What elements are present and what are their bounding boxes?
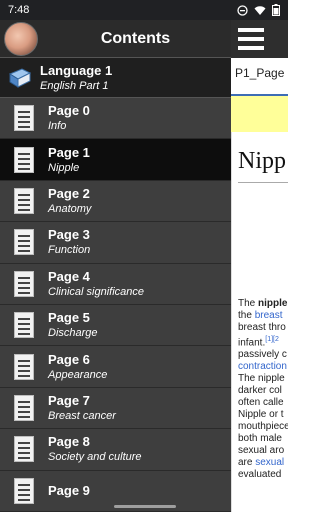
page-list: Page 0 Info Page 1 Nipple Page 2 Anatomy Page … xyxy=(0,98,231,512)
app-bar xyxy=(231,20,288,58)
document-icon xyxy=(14,477,34,504)
document-icon xyxy=(14,270,34,297)
article-line: contraction xyxy=(238,361,288,373)
page-item-title: Page 1 xyxy=(48,144,90,160)
page-item-subtitle: Appearance xyxy=(48,368,108,381)
page-item-title: Page 2 xyxy=(48,185,90,201)
home-indicator[interactable] xyxy=(114,505,176,508)
page-item-title: Page 6 xyxy=(48,351,90,367)
document-icon xyxy=(14,353,34,380)
do-not-disturb-icon xyxy=(237,4,248,16)
page-item-title: Page 8 xyxy=(48,434,90,450)
document-icon xyxy=(14,146,34,173)
document-icon xyxy=(14,187,34,214)
article-line: passively c xyxy=(238,349,287,361)
article-line: The nipple xyxy=(238,373,285,385)
article-link[interactable]: sexual xyxy=(255,457,284,468)
page-item-subtitle: Info xyxy=(48,120,67,133)
status-bar: 7:48 xyxy=(0,0,288,20)
page-item-title: Page 9 xyxy=(48,482,90,498)
title-divider xyxy=(238,182,288,183)
page-item-subtitle: Clinical significance xyxy=(48,285,144,298)
article-line: darker col xyxy=(238,385,282,397)
page-item[interactable]: Page 0 Info xyxy=(0,98,231,140)
page-item-title: Page 0 xyxy=(48,103,90,119)
article-line: Nipple or t xyxy=(238,409,284,421)
page-item-title: Page 4 xyxy=(48,268,90,284)
document-icon xyxy=(14,312,34,339)
article-line: both male xyxy=(238,433,282,445)
page-item[interactable]: Page 1 Nipple xyxy=(0,139,231,181)
document-icon xyxy=(14,105,34,132)
drawer-title: Contents xyxy=(100,29,171,47)
language-title: Language 1 xyxy=(40,62,113,78)
page-item[interactable]: Page 6 Appearance xyxy=(0,346,231,388)
page-item[interactable]: Page 5 Discharge xyxy=(0,304,231,347)
article-link[interactable]: breast xyxy=(255,310,283,321)
language-subtitle: English Part 1 xyxy=(40,79,109,92)
page-item-subtitle: Society and culture xyxy=(48,451,142,464)
page-item-subtitle: Anatomy xyxy=(48,202,92,215)
page-tab[interactable]: P1_Page C xyxy=(231,58,288,96)
article-line: The nipple xyxy=(238,298,288,309)
page-item-subtitle: Nipple xyxy=(48,161,80,174)
page-item[interactable]: Page 2 Anatomy xyxy=(0,180,231,223)
status-time: 7:48 xyxy=(8,4,30,16)
article-view: Nipp The nipple the breast breast thro infa… xyxy=(231,132,288,512)
article-line: often calle xyxy=(238,397,284,409)
page-item[interactable]: Page 4 Clinical significance xyxy=(0,263,231,305)
article-line: breast thro xyxy=(238,322,286,333)
book-icon xyxy=(8,67,32,88)
page-item-title: Page 3 xyxy=(48,227,90,243)
article-title: Nipp xyxy=(238,148,286,174)
menu-icon[interactable] xyxy=(238,28,264,50)
wifi-icon xyxy=(254,5,266,15)
article-line: sexual aro xyxy=(238,445,285,457)
status-icons xyxy=(237,4,280,16)
highlight-banner xyxy=(231,96,288,132)
page-item[interactable]: Page 8 Society and culture xyxy=(0,429,231,471)
article-body: The nipple the breast breast thro infant.[1… xyxy=(238,298,288,481)
citation-link[interactable]: [1][2 xyxy=(265,336,279,343)
article-line: mouthpiece xyxy=(238,421,288,433)
document-icon xyxy=(14,229,34,256)
article-line: infant.[1][2 xyxy=(238,336,279,349)
document-icon xyxy=(14,436,34,463)
page-item-title: Page 7 xyxy=(48,392,90,408)
page-item[interactable]: Page 7 Breast cancer xyxy=(0,387,231,430)
page-item-title: Page 5 xyxy=(48,310,90,326)
battery-icon xyxy=(272,4,280,16)
page-item-subtitle: Function xyxy=(48,244,91,257)
article-link[interactable]: contraction xyxy=(238,361,287,372)
article-line: are sexual xyxy=(238,457,285,469)
language-item[interactable]: Language 1 English Part 1 xyxy=(0,58,231,98)
drawer-header: Contents xyxy=(0,20,231,58)
article-line: the breast xyxy=(238,310,283,321)
page-item[interactable]: Page 3 Function xyxy=(0,222,231,264)
avatar[interactable] xyxy=(4,21,38,56)
navigation-drawer: Contents Language 1 English Part 1 Page … xyxy=(0,20,231,512)
page-item-subtitle: Discharge xyxy=(48,327,98,340)
page-item-subtitle: Breast cancer xyxy=(48,409,116,422)
document-icon xyxy=(14,394,34,421)
article-line: evaluated xyxy=(238,469,282,481)
